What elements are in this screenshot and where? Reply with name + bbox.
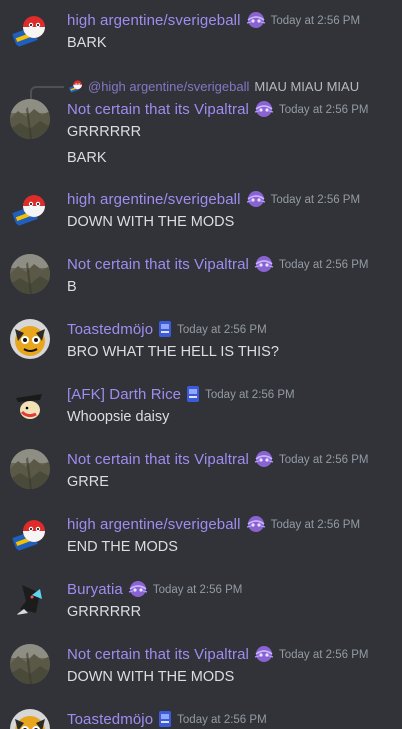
username[interactable]: high argentine/sverigeball xyxy=(67,516,241,533)
message-list[interactable]: high argentine/sverigeball Today at 2:56… xyxy=(0,0,402,729)
timestamp[interactable]: Today at 2:56 PM xyxy=(205,387,295,401)
username[interactable]: high argentine/sverigeball xyxy=(67,191,241,208)
username[interactable]: Not certain that its Vipaltral xyxy=(67,256,249,273)
message-text: BARK xyxy=(67,150,107,166)
rocky-landscape-avatar[interactable] xyxy=(10,449,50,489)
card-badge-icon[interactable] xyxy=(157,710,173,728)
timestamp[interactable]: Today at 2:56 PM xyxy=(271,192,361,206)
flag-ball-avatar[interactable] xyxy=(10,10,50,50)
dark-creature-avatar[interactable] xyxy=(10,579,50,619)
nitro-badge-icon[interactable] xyxy=(253,450,275,468)
message-header: Not certain that its Vipaltral Today at … xyxy=(67,449,368,469)
nitro-badge-icon[interactable] xyxy=(253,645,275,663)
card-badge-icon[interactable] xyxy=(185,385,201,403)
reply-mention[interactable]: @high argentine/sverigeball xyxy=(88,79,249,94)
message-text: GRRE xyxy=(67,474,109,490)
timestamp[interactable]: Today at 2:56 PM xyxy=(271,13,361,27)
pointing-figure-avatar[interactable] xyxy=(10,384,50,424)
message-header: Toastedmöjo Today at 2:56 PM xyxy=(67,709,267,729)
timestamp[interactable]: Today at 2:56 PM xyxy=(177,322,267,336)
reply-preview[interactable]: @high argentine/sverigeball MIAU MIAU MI… xyxy=(30,76,400,102)
timestamp[interactable]: Today at 2:56 PM xyxy=(279,257,369,271)
cartoon-creature-avatar[interactable] xyxy=(10,319,50,359)
timestamp[interactable]: Today at 2:56 PM xyxy=(177,712,267,726)
card-badge-icon[interactable] xyxy=(157,320,173,338)
message-header: high argentine/sverigeball Today at 2:56… xyxy=(67,10,360,30)
cartoon-creature-avatar[interactable] xyxy=(10,709,50,729)
nitro-badge-icon[interactable] xyxy=(253,100,275,118)
nitro-badge-icon[interactable] xyxy=(127,580,149,598)
timestamp[interactable]: Today at 2:56 PM xyxy=(279,452,369,466)
message-header: Not certain that its Vipaltral Today at … xyxy=(67,99,368,119)
message-header: Not certain that its Vipaltral Today at … xyxy=(67,644,368,664)
username[interactable]: [AFK] Darth Rice xyxy=(67,386,181,403)
rocky-landscape-avatar[interactable] xyxy=(10,254,50,294)
username[interactable]: Not certain that its Vipaltral xyxy=(67,101,249,118)
message-text: GRRRRRR xyxy=(67,604,142,620)
username[interactable]: high argentine/sverigeball xyxy=(67,12,241,29)
message-text: BARK xyxy=(67,35,107,51)
rocky-landscape-avatar[interactable] xyxy=(10,99,50,139)
message-header: Toastedmöjo Today at 2:56 PM xyxy=(67,319,267,339)
timestamp[interactable]: Today at 2:56 PM xyxy=(279,102,369,116)
reply-text: MIAU MIAU MIAU xyxy=(254,78,360,94)
message-text: DOWN WITH THE MODS xyxy=(67,214,235,230)
message-header: [AFK] Darth Rice Today at 2:56 PM xyxy=(67,384,295,404)
flag-ball-avatar[interactable] xyxy=(10,514,50,554)
reply-avatar xyxy=(68,78,84,94)
message-text: BRO WHAT THE HELL IS THIS? xyxy=(67,344,279,360)
username[interactable]: Not certain that its Vipaltral xyxy=(67,451,249,468)
nitro-badge-icon[interactable] xyxy=(245,190,267,208)
nitro-badge-icon[interactable] xyxy=(245,11,267,29)
message-text: Whoopsie daisy xyxy=(67,409,170,425)
message-header: high argentine/sverigeball Today at 2:56… xyxy=(67,189,360,209)
username[interactable]: Buryatia xyxy=(67,581,123,598)
rocky-landscape-avatar[interactable] xyxy=(10,644,50,684)
timestamp[interactable]: Today at 2:56 PM xyxy=(279,647,369,661)
nitro-badge-icon[interactable] xyxy=(245,515,267,533)
message-text: END THE MODS xyxy=(67,539,178,555)
message-text: B xyxy=(67,279,77,295)
flag-ball-avatar[interactable] xyxy=(10,189,50,229)
message-header: Buryatia Today at 2:56 PM xyxy=(67,579,242,599)
message-text: GRRRRRR xyxy=(67,124,142,140)
username[interactable]: Toastedmöjo xyxy=(67,321,153,338)
timestamp[interactable]: Today at 2:56 PM xyxy=(153,582,243,596)
username[interactable]: Not certain that its Vipaltral xyxy=(67,646,249,663)
message-header: high argentine/sverigeball Today at 2:56… xyxy=(67,514,360,534)
timestamp[interactable]: Today at 2:56 PM xyxy=(271,517,361,531)
message-text: DOWN WITH THE MODS xyxy=(67,669,235,685)
message-header: Not certain that its Vipaltral Today at … xyxy=(67,254,368,274)
username[interactable]: Toastedmöjo xyxy=(67,711,153,728)
nitro-badge-icon[interactable] xyxy=(253,255,275,273)
